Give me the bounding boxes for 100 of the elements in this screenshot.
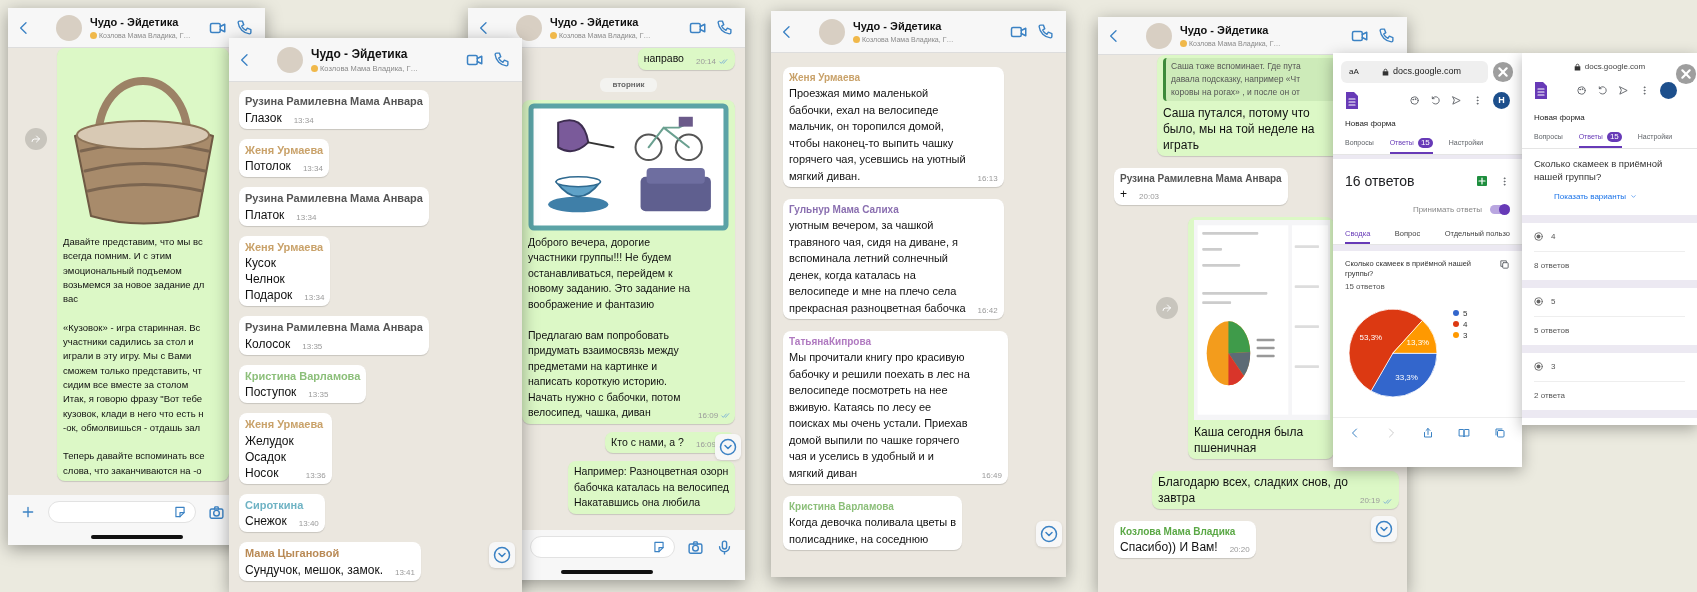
message-text: Поступок	[245, 384, 297, 400]
message-text: Проезжая мимо маленькой бабочки, ехал на велосипеде мальчик, он торопился домой, чтобы наконец-то выпить чашку горячего чая, усевшись на уютный мягкий диван.	[789, 86, 966, 184]
close-icon[interactable]	[1492, 61, 1514, 83]
page-url: docs.google.com	[1392, 65, 1461, 79]
message-text: Потолок	[245, 158, 291, 174]
option-label: 5	[1551, 295, 1556, 308]
share-icon[interactable]	[1421, 426, 1434, 439]
message-time: 16:49	[981, 471, 1002, 481]
slice-label: 33,3%	[1395, 372, 1418, 382]
message-text: направо	[643, 51, 684, 66]
chat-title[interactable]: Чудо - Эйдетика	[1180, 22, 1281, 39]
text-size-button[interactable]: aA	[1349, 66, 1359, 78]
message-text: Каша сегодня была пшеничная	[1194, 424, 1304, 456]
option-count: 5 ответов	[1534, 324, 1571, 337]
slice-label: 53,3%	[1359, 332, 1383, 342]
message-input-field[interactable]	[530, 536, 675, 558]
forward-arrow-icon	[1161, 302, 1173, 314]
lock-icon	[1381, 68, 1389, 76]
message-text: Когда девочка поливала цветы в полисаднике, на соседнюю	[789, 515, 957, 547]
count-badge: 15	[1417, 138, 1433, 149]
sticker-icon[interactable]	[173, 505, 187, 519]
plus-icon[interactable]	[20, 504, 36, 520]
sender-name: Рузина Рамилевна Мама Анвара	[245, 320, 423, 335]
message-time: 13:36	[305, 470, 326, 481]
sender-name: Козлова Мама Владика	[1120, 525, 1237, 539]
phone-icon[interactable]	[716, 19, 733, 36]
camera-icon[interactable]	[208, 503, 225, 521]
radio-icon	[1534, 232, 1543, 241]
account-avatar[interactable]: H	[1493, 92, 1510, 109]
copy-icon[interactable]	[1499, 258, 1510, 270]
scroll-down-button[interactable]	[1036, 521, 1062, 547]
emoji-icon	[853, 36, 860, 44]
message-text: Сундучок, мешок, замок.	[245, 561, 383, 578]
slice-label: 13,3%	[1406, 337, 1430, 347]
sender-name: Женя Урмаева	[245, 239, 325, 255]
sender-name: Женя Урмаева	[245, 142, 324, 158]
message-text: Давайте представим, что мы вс всегда помним. И с этим эмоциональный подъемом возьмемся за новое задание дл вас «Кузовок» - игра старинная. Вс участники садились за стол и играли в эту игру. Мы с Вами сможем только представить, чт сидим все вместе за столом Итак, я говорю фразу "Вот тебе кузовок, клади в него что есть н -ок, обмолвишься - отдашь зал Теперь давайте вспоминать все слова, что заканчиваются на -о	[63, 235, 205, 478]
send-icon[interactable]	[1451, 95, 1462, 106]
phone-icon[interactable]	[1037, 23, 1054, 40]
microphone-icon[interactable]	[716, 538, 733, 556]
palette-icon[interactable]	[1576, 85, 1587, 96]
message-text: Платок	[245, 206, 285, 223]
emoji-icon	[90, 32, 97, 40]
accept-responses-toggle[interactable]	[1490, 205, 1510, 214]
account-avatar[interactable]	[1660, 82, 1677, 99]
message-text: уютным вечером, за чашкой травяного чая, сидя на диване, я вспоминала летний солнечный денек, когда каталась на велосипеде и мне на плечо села прекрасная разноцветная бабочка	[789, 218, 966, 316]
message-text: Глазок	[245, 109, 282, 126]
tabs-icon[interactable]	[1494, 426, 1506, 439]
message-time: 16:09	[695, 440, 716, 450]
message-time: 20:14	[695, 56, 716, 67]
date-label: вторник	[600, 77, 657, 92]
option-label: 3	[1551, 360, 1556, 373]
message-time: 20:19	[1359, 496, 1380, 506]
message-time: 13:34	[296, 212, 317, 223]
phone-icon[interactable]	[236, 19, 253, 36]
sender-name: Женя Урмаева	[245, 417, 325, 432]
sticker-icon[interactable]	[652, 540, 666, 554]
message-time: 13:35	[308, 390, 329, 400]
spreadsheet-icon[interactable]	[1477, 176, 1487, 186]
scroll-down-button[interactable]	[489, 542, 515, 568]
form-title: Новая форма	[1344, 118, 1397, 130]
scroll-down-button[interactable]	[715, 434, 741, 460]
emoji-icon	[1180, 40, 1187, 48]
message-text: Например: Разноцветная озорн бабочка каталась на велосипед Накатавшись она любила	[574, 464, 729, 510]
legend-label: 4	[1463, 319, 1468, 329]
message-text: Доброго вечера, дорогие участники группы!!! Не будем останавливаться, перейдем к новому заданию. Это задание на воображение и фантазию Предлагаю вам попробовать придумать взаимосвязь между предметами на картинке и написать короткую историю. Начать нужно с бабочки, потом велосипед, чашка, диван	[528, 234, 691, 420]
forward-arrow-icon	[30, 133, 42, 145]
question-text: Сколько скамеек в приёмной нашей группы?	[1533, 156, 1664, 183]
message-time: 20:03	[1139, 192, 1160, 202]
message-time: 13:41	[394, 567, 415, 578]
show-options-link[interactable]: Показать варианты	[1522, 190, 1697, 203]
forms-icon[interactable]	[1534, 81, 1548, 100]
scroll-down-button[interactable]	[1371, 516, 1397, 542]
option-label: 4	[1551, 230, 1556, 243]
chat-title[interactable]: Чудо - Эйдетика	[550, 14, 651, 31]
chat-title[interactable]: Чудо - Эйдетика	[311, 44, 418, 63]
address-bar[interactable]: aA docs.google.com	[1341, 61, 1488, 83]
message-time: 13:34	[302, 164, 323, 174]
undo-icon[interactable]	[1430, 95, 1441, 106]
form-title: Новая форма	[1533, 112, 1586, 124]
page-url: docs.google.com	[1584, 61, 1646, 73]
phone-icon[interactable]	[1378, 27, 1395, 44]
sender-name: Женя Урмаева	[789, 71, 862, 85]
legend-label: 3	[1463, 330, 1468, 340]
chat-title[interactable]: Чудо - Эйдетика	[853, 18, 954, 35]
forms-icon[interactable]	[1345, 91, 1359, 110]
toggle-label: Принимать ответы	[1412, 203, 1482, 216]
sender-name: Гульнур Мама Салиха	[789, 203, 900, 217]
chat-title[interactable]: Чудо - Эйдетика	[90, 14, 191, 31]
palette-icon[interactable]	[1409, 95, 1420, 106]
message-text: Снежок	[245, 513, 287, 529]
message-time: 13:34	[304, 293, 325, 303]
message-text: +	[1120, 186, 1127, 202]
bookmarks-icon[interactable]	[1457, 426, 1470, 439]
send-icon[interactable]	[1618, 85, 1629, 96]
phone-icon[interactable]	[493, 51, 510, 68]
undo-icon[interactable]	[1597, 85, 1608, 96]
chevron-down-icon	[719, 438, 737, 456]
camera-icon[interactable]	[687, 538, 704, 556]
message-input-field[interactable]	[48, 501, 196, 523]
